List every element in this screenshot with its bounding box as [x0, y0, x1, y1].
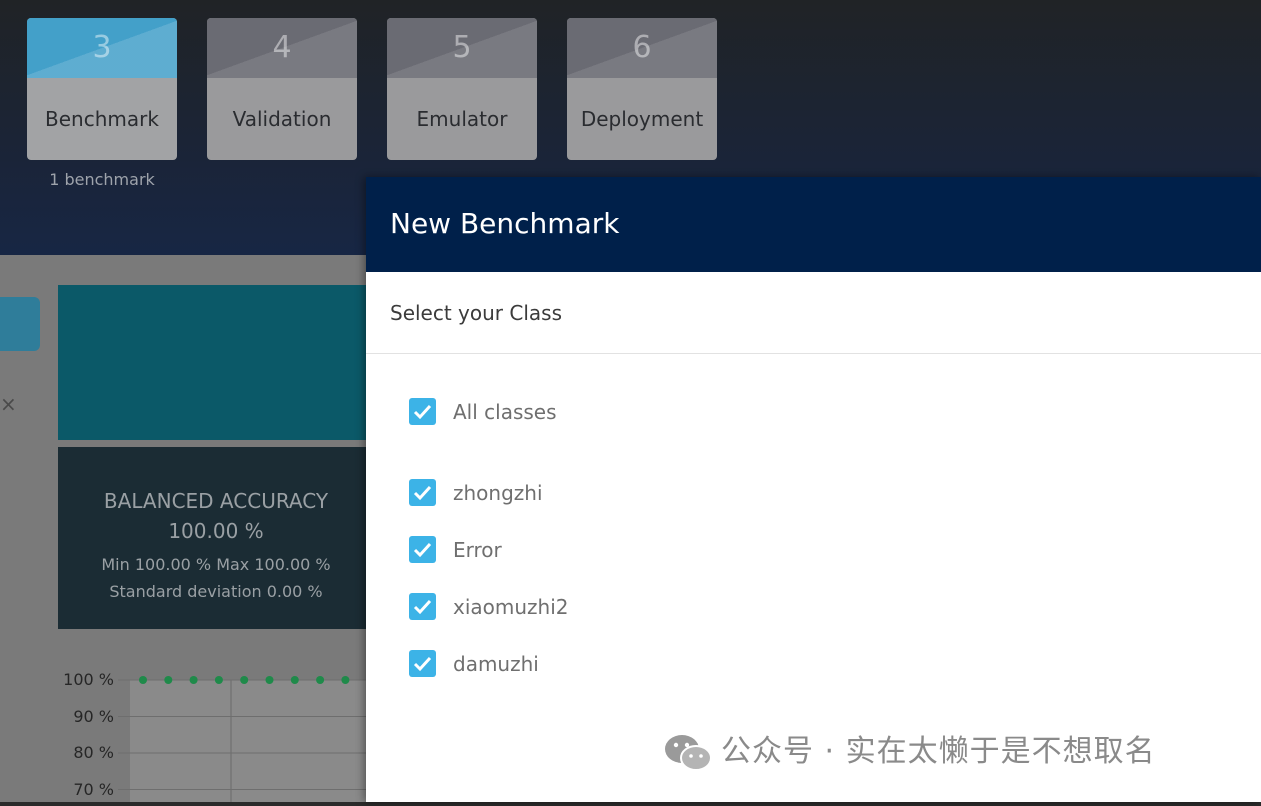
- chart-data-point: [214, 676, 223, 684]
- checkbox-label: damuzhi: [453, 652, 539, 676]
- step-sublabel: 1 benchmark: [49, 170, 155, 189]
- y-tick-label: 90 %: [73, 706, 114, 726]
- chart-data-point: [265, 676, 274, 684]
- balanced-accuracy-card: BALANCED ACCURACY 100.00 % Min 100.00 % …: [58, 447, 368, 629]
- checkbox-label: Error: [453, 538, 502, 562]
- accuracy-value: 100.00 %: [168, 519, 264, 543]
- y-tick-label: 100 %: [63, 670, 114, 689]
- step-number: 5: [452, 30, 472, 65]
- y-tick-label: 70 %: [73, 779, 114, 799]
- chart-data-point: [189, 676, 198, 684]
- accuracy-chart-svg: [118, 676, 366, 802]
- modal-subtitle: Select your Class: [390, 301, 563, 325]
- checkbox-label: All classes: [453, 400, 557, 424]
- chart-data-point: [290, 676, 299, 684]
- accuracy-std: Standard deviation 0.00 %: [109, 582, 323, 601]
- checkbox-checked-icon[interactable]: [409, 536, 436, 563]
- checkbox-checked-icon[interactable]: [409, 593, 436, 620]
- y-tick-label: 80 %: [73, 743, 114, 762]
- step-card-validation[interactable]: 4 Validation: [207, 18, 357, 160]
- chart-data-point: [164, 676, 173, 684]
- close-icon[interactable]: ×: [0, 392, 17, 416]
- chart-data-point: [341, 676, 350, 684]
- wechat-icon: [665, 735, 712, 771]
- step-label: Deployment: [580, 107, 704, 131]
- step-number: 4: [272, 30, 292, 65]
- step-label: Validation: [232, 107, 332, 131]
- step-card-benchmark[interactable]: 3 Benchmark: [27, 18, 177, 160]
- chart-data-point: [139, 676, 147, 684]
- checkbox-label: xiaomuzhi2: [453, 595, 569, 619]
- watermark-text: 公众号 · 实在太懒于是不想取名: [721, 734, 1156, 769]
- modal-title: New Benchmark: [390, 207, 620, 240]
- checkbox-checked-icon[interactable]: [409, 479, 436, 506]
- side-action-button[interactable]: [0, 297, 40, 351]
- checkbox-checked-icon[interactable]: [409, 398, 436, 425]
- modal-divider: [366, 353, 1261, 354]
- step-label: Emulator: [416, 107, 508, 131]
- new-benchmark-modal: New Benchmark Select your Class All clas…: [366, 177, 1261, 802]
- accuracy-title: BALANCED ACCURACY: [103, 489, 329, 513]
- chart-data-point: [316, 676, 325, 684]
- summary-panel: [58, 285, 368, 440]
- step-number: 3: [92, 30, 112, 65]
- checkbox-label: zhongzhi: [453, 481, 543, 505]
- step-card-deployment[interactable]: 6 Deployment: [567, 18, 717, 160]
- step-card-emulator[interactable]: 5 Emulator: [387, 18, 537, 160]
- checkbox-checked-icon[interactable]: [409, 650, 436, 677]
- chart-plot-area: [130, 680, 366, 802]
- step-number: 6: [632, 30, 652, 65]
- modal-header: New Benchmark: [366, 177, 1261, 272]
- accuracy-chart: 100 % 90 % 80 % 70 %: [0, 660, 366, 802]
- step-label: Benchmark: [45, 107, 159, 131]
- accuracy-min-max: Min 100.00 % Max 100.00 %: [101, 555, 331, 574]
- chart-data-point: [240, 676, 249, 684]
